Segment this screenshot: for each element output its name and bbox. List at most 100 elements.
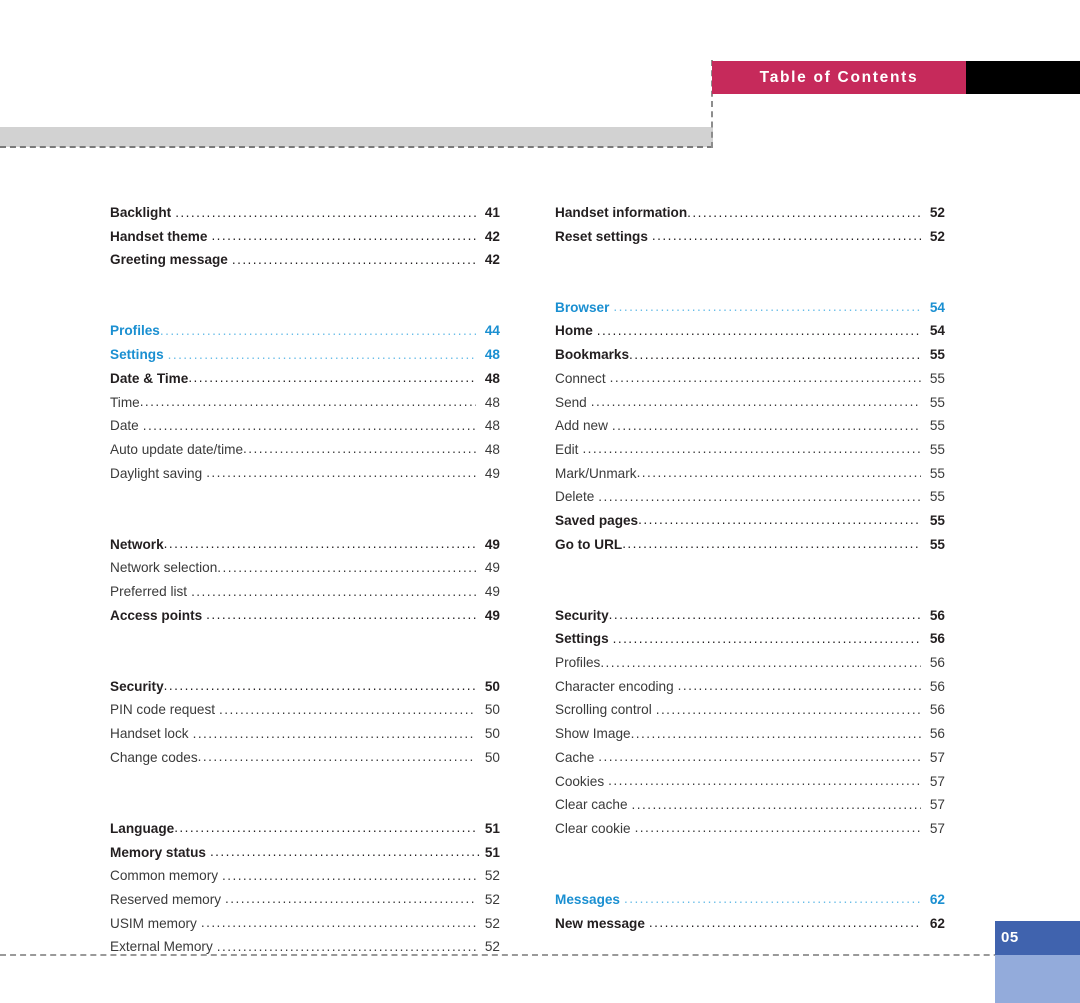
toc-entry[interactable]: Date & Time.............................… [110,371,500,395]
toc-entry[interactable]: Clear cookie............................… [555,821,945,845]
toc-entry[interactable]: Change codes............................… [110,750,500,774]
toc-entry[interactable]: Daylight saving.........................… [110,466,500,490]
page-title: Table of Contents [759,69,919,86]
toc-entry-label: Security [555,607,609,623]
toc-entry[interactable]: Browser.................................… [555,300,945,324]
toc-entry-page-number: 55 [929,489,945,505]
toc-entry[interactable]: Clear cache.............................… [555,797,945,821]
toc-entry-label: Profiles [110,323,160,339]
toc-entry[interactable]: Saved pages.............................… [555,513,945,537]
toc-entry[interactable]: Mark/Unmark.............................… [555,466,945,490]
toc-entry-page-number: 44 [484,323,500,339]
toc-entry[interactable]: Profiles................................… [110,323,500,347]
toc-entry[interactable]: Time....................................… [110,395,500,419]
toc-entry-label: Settings [110,347,164,363]
toc-entry[interactable]: Delete..................................… [555,489,945,513]
toc-entry[interactable]: Edit....................................… [555,442,945,466]
toc-leader-dots: ........................................… [634,821,921,835]
toc-entry-label: Access points [110,607,203,623]
toc-entry[interactable]: Go to URL...............................… [555,537,945,561]
toc-entry-label: Bookmarks [555,347,630,363]
toc-entry-label: Send [555,394,587,410]
toc-leader-dots: ........................................… [163,537,476,551]
toc-entry[interactable]: PIN code request........................… [110,702,500,726]
toc-leader-dots: ........................................… [206,466,476,480]
toc-entry-label: Daylight saving [110,465,203,481]
toc-entry[interactable]: USIM memory.............................… [110,916,500,940]
toc-entry[interactable]: Handset theme...........................… [110,229,500,253]
toc-entry[interactable]: Security................................… [555,608,945,632]
toc-entry-label: Backlight [110,205,172,220]
toc-entry[interactable]: Memory status...........................… [110,845,500,869]
toc-entry-label: Edit [555,441,579,457]
toc-leader-dots: ........................................… [216,939,476,954]
toc-entry-label: Handset lock [110,726,189,742]
toc-leader-dots: ........................................… [655,702,921,717]
toc-entry[interactable]: Cache...................................… [555,750,945,774]
page-number-accent-block [995,955,1080,1003]
toc-entry[interactable]: Preferred list..........................… [110,584,500,608]
toc-entry[interactable]: Network.................................… [110,537,500,561]
toc-leader-dots: ........................................… [174,821,476,835]
toc-entry-page-number: 56 [929,631,945,647]
toc-entry[interactable]: Send....................................… [555,395,945,419]
toc-spacer [555,584,945,608]
toc-entry[interactable]: Security................................… [110,679,500,703]
toc-entry[interactable]: Common memory...........................… [110,868,500,892]
toc-entry[interactable]: Reserved memory.........................… [110,892,500,916]
toc-column-right: Handset information.....................… [555,205,945,939]
toc-entry[interactable]: Backlight...............................… [110,205,500,229]
toc-entry[interactable]: Bookmarks...............................… [555,347,945,371]
toc-entry[interactable]: Show Image..............................… [555,726,945,750]
toc-entry-label: Date [110,418,139,434]
toc-entry[interactable]: Settings................................… [555,631,945,655]
toc-spacer [110,774,500,798]
toc-entry[interactable]: Character encoding......................… [555,679,945,703]
toc-entry[interactable]: Scrolling control.......................… [555,702,945,726]
toc-entry-page-number: 55 [929,394,945,410]
toc-entry[interactable]: Greeting message........................… [110,252,500,276]
toc-leader-dots: ........................................… [598,750,921,764]
toc-spacer [555,560,945,584]
toc-entry-label: Clear cookie [555,820,631,836]
toc-entry[interactable]: Connect.................................… [555,371,945,395]
toc-entry[interactable]: Cookies.................................… [555,774,945,798]
toc-entry[interactable]: Access points...........................… [110,608,500,632]
toc-entry-label: Handset theme [110,228,208,244]
toc-entry-page-number: 49 [484,560,500,576]
header-gray-bar [0,127,713,147]
toc-spacer [555,252,945,276]
toc-entry[interactable]: Language................................… [110,821,500,845]
toc-leader-dots: ........................................… [209,845,481,859]
toc-leader-dots: ........................................… [687,205,921,220]
toc-entry-label: Home [555,323,593,339]
toc-entry[interactable]: Handset lock............................… [110,726,500,750]
toc-entry-page-number: 56 [929,678,945,694]
toc-leader-dots: ........................................… [582,442,921,456]
toc-entry-page-number: 52 [484,915,500,931]
toc-entry-label: PIN code request [110,702,216,718]
toc-entry[interactable]: Date....................................… [110,418,500,442]
toc-entry[interactable]: Messages................................… [555,892,945,916]
toc-entry[interactable]: Reset settings..........................… [555,229,945,253]
toc-entry-label: Browser [555,299,610,315]
page-number: 05 [1001,929,1019,946]
toc-entry[interactable]: Handset information.....................… [555,205,945,229]
toc-entry[interactable]: Home....................................… [555,323,945,347]
toc-entry[interactable]: Profiles................................… [555,655,945,679]
toc-entry[interactable]: Network selection.......................… [110,560,500,584]
toc-leader-dots: ........................................… [608,774,921,788]
toc-entry-page-number: 48 [484,394,500,410]
toc-entry-label: Language [110,820,175,836]
toc-entry-label: Date & Time [110,370,189,386]
toc-entry[interactable]: Settings................................… [110,347,500,371]
toc-entry-page-number: 49 [484,607,500,623]
toc-entry[interactable]: Auto update date/time...................… [110,442,500,466]
toc-entry-page-number: 57 [929,749,945,765]
toc-entry-page-number: 48 [484,441,500,457]
toc-entry[interactable]: External Memory.........................… [110,939,500,963]
toc-entry[interactable]: Add new.................................… [555,418,945,442]
toc-entry-page-number: 62 [929,915,945,931]
toc-entry[interactable]: New message.............................… [555,916,945,940]
toc-leader-dots: ........................................… [231,252,476,267]
